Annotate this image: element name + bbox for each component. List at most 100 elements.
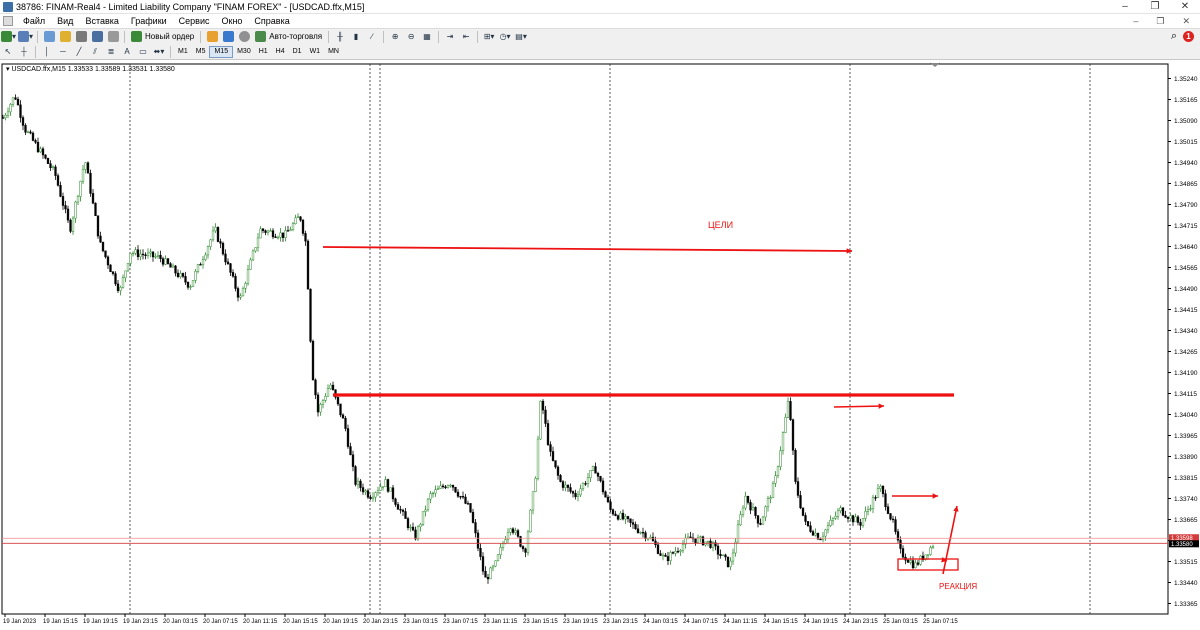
candle-body bbox=[656, 544, 660, 554]
text-tool-button[interactable]: A bbox=[120, 45, 134, 58]
menu-file[interactable]: Файл bbox=[17, 16, 51, 26]
candle-body bbox=[116, 283, 120, 291]
zoom-in-button[interactable]: ⊕ bbox=[388, 30, 402, 43]
candle-body bbox=[561, 481, 565, 488]
candle-body bbox=[911, 560, 915, 569]
menu-view[interactable]: Вид bbox=[51, 16, 79, 26]
candle-body bbox=[276, 236, 280, 239]
time-axis-label: 19 Jan 15:15 bbox=[43, 619, 78, 625]
horizontal-line-button[interactable]: ─ bbox=[56, 45, 70, 58]
timeframe-m1[interactable]: M1 bbox=[174, 46, 192, 58]
candle-body bbox=[804, 515, 807, 522]
terminal-button[interactable] bbox=[90, 30, 104, 43]
timeframe-m5[interactable]: M5 bbox=[192, 46, 210, 58]
minimize-button[interactable]: – bbox=[1110, 1, 1140, 12]
zoom-out-button[interactable]: ⊖ bbox=[404, 30, 418, 43]
autotrading-button[interactable]: Авто-торговля bbox=[252, 30, 325, 43]
candle-body bbox=[601, 480, 605, 493]
vertical-line-button[interactable]: │ bbox=[40, 45, 54, 58]
cursor-icon: ↖ bbox=[4, 47, 12, 56]
fibonacci-button[interactable]: ≣ bbox=[104, 45, 118, 58]
menu-window[interactable]: Окно bbox=[216, 16, 249, 26]
price-axis-label: 1.34490 bbox=[1174, 286, 1198, 293]
indicators-button[interactable]: ⊞▾ bbox=[482, 30, 496, 43]
timeframe-m15[interactable]: M15 bbox=[209, 45, 234, 58]
chart-canvas[interactable]: ▾ USDCAD.ffx,M15 1.33533 1.33589 1.33531… bbox=[0, 61, 1200, 630]
candle-body bbox=[251, 250, 255, 261]
candle-body bbox=[584, 483, 587, 485]
tester-button[interactable] bbox=[106, 30, 120, 43]
candle-body bbox=[449, 484, 452, 487]
timeframe-h1[interactable]: H1 bbox=[255, 46, 272, 58]
mdi-close-button[interactable]: ✕ bbox=[1182, 16, 1190, 27]
candle-body bbox=[731, 552, 735, 562]
menu-charts[interactable]: Графики bbox=[125, 16, 173, 26]
trendline-button[interactable]: ╱ bbox=[72, 45, 86, 58]
candle-body bbox=[269, 230, 272, 232]
candle-body bbox=[546, 423, 550, 445]
chart-shift-marker[interactable] bbox=[930, 63, 940, 67]
candle-body bbox=[769, 497, 772, 499]
arrows-button[interactable]: ⬌▾ bbox=[152, 45, 166, 58]
crosshair-button[interactable]: ┼ bbox=[17, 45, 31, 58]
tile-windows-button[interactable]: ▦ bbox=[420, 30, 434, 43]
candle-body bbox=[724, 554, 727, 558]
candle-body bbox=[236, 288, 240, 298]
market-watch-button[interactable] bbox=[42, 30, 56, 43]
text-label-button[interactable]: ▭ bbox=[136, 45, 150, 58]
candle-body bbox=[706, 540, 710, 543]
new-chart-button[interactable]: ▾ bbox=[1, 30, 16, 43]
menu-insert[interactable]: Вставка bbox=[79, 16, 124, 26]
equidistant-channel-button[interactable]: ⫽ bbox=[88, 45, 102, 58]
timeframe-mn[interactable]: MN bbox=[324, 46, 343, 58]
metaeditor-button[interactable] bbox=[205, 30, 219, 43]
timeframe-m30[interactable]: M30 bbox=[233, 46, 255, 58]
chart-document-icon[interactable] bbox=[3, 16, 13, 26]
candle-body bbox=[736, 524, 740, 543]
templates-button[interactable]: ▤▾ bbox=[514, 30, 528, 43]
timeframe-w1[interactable]: W1 bbox=[306, 46, 325, 58]
bar-chart-button[interactable]: ╫ bbox=[333, 30, 347, 43]
market-button[interactable] bbox=[221, 30, 235, 43]
autotrading-label: Авто-торговля bbox=[269, 32, 323, 41]
candle-body bbox=[234, 275, 237, 289]
navigator-button[interactable] bbox=[58, 30, 72, 43]
data-window-icon bbox=[75, 31, 87, 42]
signals-button[interactable] bbox=[237, 30, 251, 43]
candle-body bbox=[396, 504, 400, 510]
new-order-button[interactable]: Новый ордер bbox=[128, 30, 197, 43]
candle-body bbox=[494, 560, 497, 567]
timeframe-d1[interactable]: D1 bbox=[289, 46, 306, 58]
cursor-button[interactable]: ↖ bbox=[1, 45, 15, 58]
data-window-button[interactable] bbox=[74, 30, 88, 43]
alerts-icon[interactable]: 1 bbox=[1183, 31, 1194, 42]
candle-body bbox=[284, 230, 287, 238]
timeframe-h4[interactable]: H4 bbox=[272, 46, 289, 58]
line-chart-button[interactable]: ∕ bbox=[365, 30, 379, 43]
candlestick-button[interactable]: ▮ bbox=[349, 30, 363, 43]
candle-body bbox=[916, 562, 920, 565]
candle-body bbox=[229, 263, 232, 273]
candle-body bbox=[451, 484, 455, 488]
search-icon[interactable]: ⌕ bbox=[1171, 30, 1177, 43]
drawing-toolbar: ↖ ┼ │ ─ ╱ ⫽ ≣ A ▭ ⬌▾ M1 M5 M15 M30 H1 H4… bbox=[0, 44, 1200, 60]
candle-body bbox=[839, 507, 842, 512]
candle-body bbox=[129, 253, 132, 264]
candle-body bbox=[6, 111, 10, 116]
new-chart-icon bbox=[1, 31, 12, 42]
menu-tools[interactable]: Сервис bbox=[173, 16, 216, 26]
mdi-minimize-button[interactable]: – bbox=[1133, 16, 1138, 27]
menu-help[interactable]: Справка bbox=[248, 16, 295, 26]
periods-button[interactable]: ◷▾ bbox=[498, 30, 512, 43]
mdi-restore-button[interactable]: ❐ bbox=[1156, 16, 1164, 27]
restore-button[interactable]: ❐ bbox=[1140, 1, 1170, 12]
chart-shift-button[interactable]: ⇤ bbox=[459, 30, 473, 43]
price-chart[interactable]: ▾ USDCAD.ffx,M15 1.33533 1.33589 1.33531… bbox=[0, 61, 1200, 630]
profiles-button[interactable]: ▾ bbox=[18, 30, 33, 43]
toolbar-separator bbox=[328, 30, 330, 43]
candle-body bbox=[331, 384, 335, 390]
candle-body bbox=[851, 515, 855, 523]
auto-scroll-button[interactable]: ⇥ bbox=[443, 30, 457, 43]
clock-icon: ◷▾ bbox=[499, 32, 511, 41]
close-button[interactable]: ✕ bbox=[1170, 1, 1200, 12]
